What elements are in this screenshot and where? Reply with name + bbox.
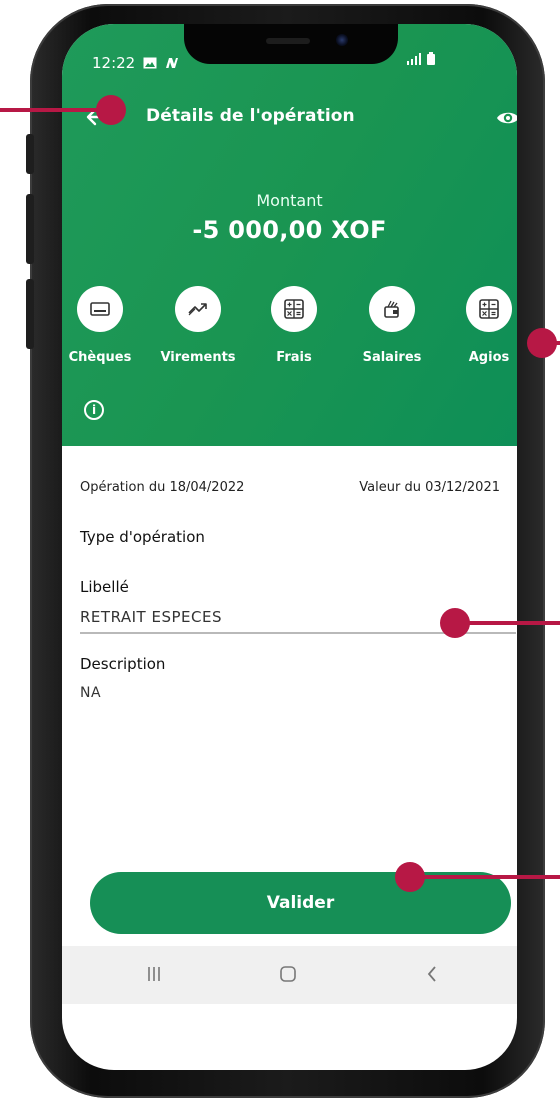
libelle-field[interactable]: RETRAIT ESPECES: [80, 608, 222, 626]
category-agios[interactable]: Agios: [449, 286, 517, 365]
front-camera: [336, 34, 348, 46]
category-salaires[interactable]: Salaires: [352, 286, 432, 365]
callout-line-validate: [410, 875, 560, 879]
mute-switch: [26, 134, 34, 174]
amount-label: Montant: [256, 191, 323, 210]
notch: [184, 24, 398, 64]
page-title: Détails de l'opération: [146, 106, 355, 126]
callout-dot-back: [96, 95, 126, 125]
home-icon[interactable]: [274, 960, 302, 988]
callout-dot-categories: [527, 328, 557, 358]
category-frais[interactable]: Frais: [254, 286, 334, 365]
calculator-icon: [284, 299, 304, 319]
category-cheques[interactable]: Chèques: [62, 286, 140, 365]
operation-type-label: Type d'opération: [80, 528, 205, 546]
category-icon-circle: [271, 286, 317, 332]
gallery-icon: [143, 57, 157, 69]
callout-line-libelle: [456, 621, 560, 625]
info-icon[interactable]: i: [84, 400, 104, 420]
category-label: Salaires: [362, 350, 422, 365]
description-value: NA: [80, 685, 102, 701]
callout-dot-libelle: [440, 608, 470, 638]
category-label: Frais: [276, 350, 312, 365]
status-icons-right: [407, 52, 435, 65]
value-date: Valeur du 03/12/2021: [359, 480, 500, 495]
speaker-grille: [266, 38, 310, 44]
calculator-icon: [479, 299, 499, 319]
top-navigation: Détails de l'opération: [84, 104, 517, 132]
back-nav-icon[interactable]: [418, 960, 446, 988]
operation-header: 12:22 Détails de l'opération Montant -5 …: [62, 24, 517, 446]
n-app-icon: [166, 58, 179, 68]
description-label: Description: [80, 655, 166, 673]
status-time: 12:22: [92, 54, 136, 72]
category-virements[interactable]: Virements: [158, 286, 238, 365]
volume-up-button: [26, 194, 34, 264]
phone-screen: 12:22 Détails de l'opération Montant -5 …: [62, 24, 517, 1070]
battery-icon: [427, 52, 435, 65]
category-label: Chèques: [68, 350, 132, 365]
wallet-icon: [384, 300, 399, 318]
card-icon: [90, 302, 110, 316]
libelle-label: Libellé: [80, 578, 129, 596]
recent-apps-icon[interactable]: [140, 960, 168, 988]
callout-dot-validate: [395, 862, 425, 892]
volume-down-button: [26, 279, 34, 349]
operation-date: Opération du 18/04/2022: [80, 480, 245, 495]
eye-icon[interactable]: [496, 106, 517, 130]
status-bar: 12:22: [92, 54, 179, 72]
signal-icon: [407, 52, 421, 65]
category-row: Chèques Virements Frais Salaires Agios: [62, 286, 517, 406]
category-label: Virements: [160, 350, 236, 365]
category-icon-circle: [77, 286, 123, 332]
transfer-icon: [188, 303, 207, 316]
validate-button[interactable]: Valider: [90, 872, 511, 934]
category-label: Agios: [468, 350, 510, 365]
android-navigation-bar: [62, 946, 517, 1004]
category-icon-circle: [466, 286, 512, 332]
category-icon-circle: [175, 286, 221, 332]
callout-line-back: [0, 108, 104, 112]
category-icon-circle: [369, 286, 415, 332]
amount-value: -5 000,00 XOF: [192, 216, 387, 244]
